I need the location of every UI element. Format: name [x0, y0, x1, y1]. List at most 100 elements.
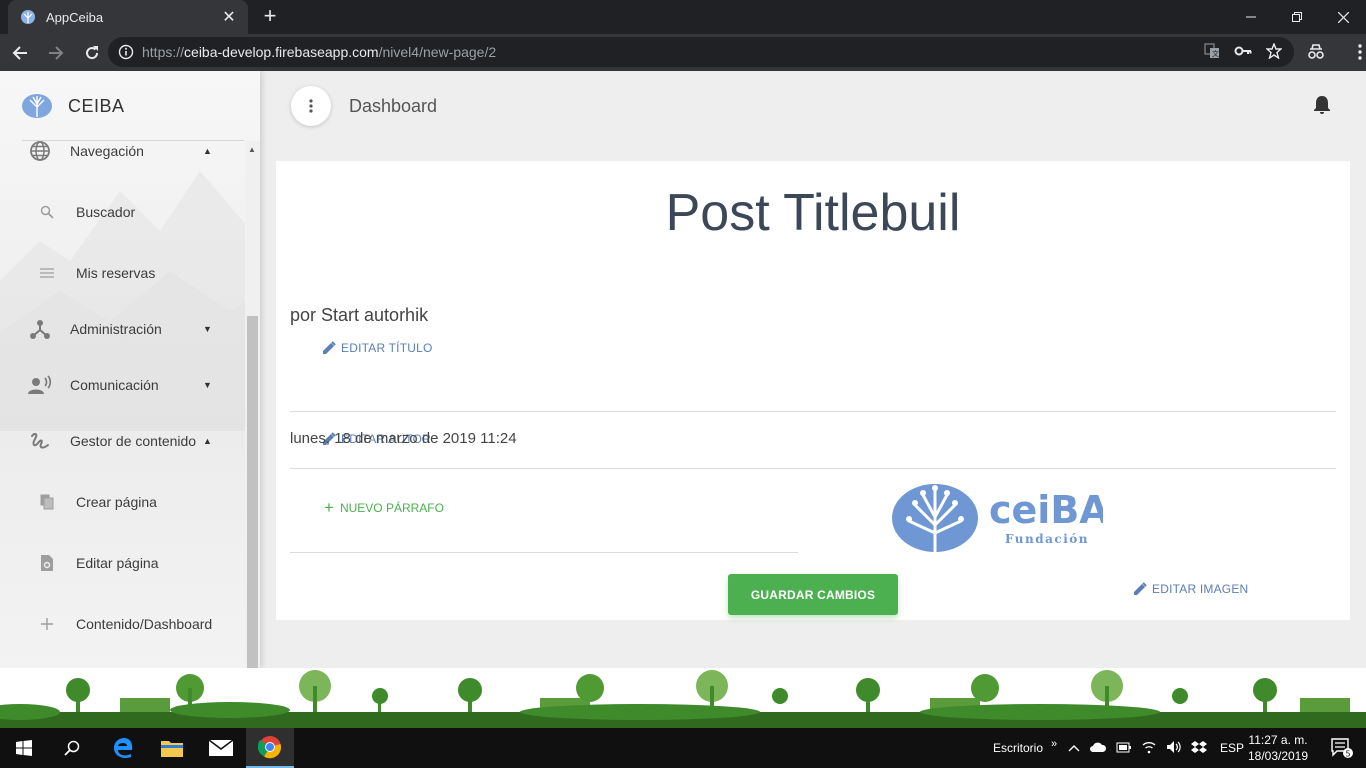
divider [290, 468, 1336, 469]
svg-text:文: 文 [1212, 49, 1219, 58]
add-icon [38, 615, 56, 633]
post-date: lunes, 18 de marzo de 2019 11:24 [290, 430, 517, 447]
close-window-icon[interactable] [1320, 0, 1366, 34]
sidebar-item-crear-pagina[interactable]: Crear página [0, 482, 245, 522]
restore-icon[interactable] [1274, 0, 1320, 34]
star-icon[interactable] [1266, 43, 1282, 59]
ceiba-favicon-icon [21, 10, 35, 24]
clock-date: 18/03/2019 [1247, 749, 1309, 763]
post-author: por Start autorhik [290, 305, 429, 325]
page-title: Dashboard [349, 96, 438, 116]
chrome-menu-icon[interactable] [1344, 44, 1366, 60]
mail-icon[interactable] [197, 728, 245, 768]
file-explorer-icon[interactable] [148, 728, 196, 768]
notifications-bell-icon[interactable] [1313, 95, 1331, 120]
forward-icon[interactable] [40, 37, 72, 69]
sidebar-item-label: Buscador [76, 204, 136, 220]
battery-icon[interactable] [1116, 740, 1132, 757]
sidebar: CEIBA Navegación ▲ Buscador Mis reservas [0, 71, 260, 668]
menu-button[interactable] [291, 86, 331, 126]
translate-icon[interactable]: 文 [1204, 43, 1220, 59]
edit-title-button[interactable]: EDITAR TÍTULO [322, 341, 433, 355]
new-tab-button[interactable]: + [258, 5, 282, 29]
sidebar-item-label: Navegación [70, 143, 144, 159]
sidebar-item-label: Crear página [76, 494, 157, 510]
logo-subtitle: Fundación [1005, 532, 1089, 546]
edge-icon[interactable] [99, 728, 147, 768]
windows-taskbar: Escritorio » ESP 11:27 a. m. 18/03/2019 … [0, 728, 1366, 768]
scrollbar-thumb[interactable] [247, 316, 258, 668]
sidebar-item-administracion[interactable]: Administración ▼ [0, 309, 245, 349]
caret-up-icon: ▲ [203, 146, 212, 156]
tab-title: AppCeiba [46, 9, 104, 25]
sidebar-item-gestor-contenido[interactable]: Gestor de contenido ▲ [0, 421, 245, 461]
ceiba-logo-icon [22, 94, 52, 118]
list-icon [38, 264, 56, 282]
sidebar-brand[interactable]: CEIBA [22, 91, 125, 121]
browser-toolbar: https://ceiba-develop.firebaseapp.com/ni… [0, 34, 1366, 71]
globe-icon [28, 139, 52, 163]
new-paragraph-button[interactable]: + NUEVO PÁRRAFO [324, 498, 444, 517]
post-editor-card: Post Titlebuil EDITAR TÍTULO por Start a… [276, 161, 1350, 620]
sidebar-item-label: Contenido/Dashboard [76, 616, 213, 632]
url-text: https://ceiba-develop.firebaseapp.com/ni… [142, 44, 497, 60]
language-indicator[interactable]: ESP [1220, 741, 1244, 755]
tab-close-icon[interactable]: ✕ [220, 7, 238, 27]
browser-tab[interactable]: AppCeiba ✕ [8, 0, 248, 34]
volume-icon[interactable] [1166, 740, 1182, 757]
file-settings-icon [38, 554, 56, 572]
gesture-icon [28, 429, 52, 453]
divider [290, 411, 1336, 412]
sidebar-item-mis-reservas[interactable]: Mis reservas [0, 253, 245, 293]
sidebar-item-label: Mis reservas [76, 265, 156, 281]
wifi-icon[interactable] [1141, 740, 1157, 757]
onedrive-icon[interactable] [1089, 741, 1107, 756]
caret-up-icon: ▲ [203, 436, 212, 446]
add-icon: + [324, 498, 334, 517]
ceiba-fundacion-logo: ceiBA Fundación [892, 484, 1103, 553]
back-icon[interactable] [4, 37, 36, 69]
scroll-up-icon[interactable]: ▲ [248, 145, 256, 154]
sidebar-item-label: Comunicación [70, 377, 159, 393]
record-voice-icon [28, 373, 52, 397]
address-bar[interactable]: https://ceiba-develop.firebaseapp.com/ni… [108, 37, 1294, 67]
reload-icon[interactable] [76, 37, 108, 69]
chevron-up-icon[interactable] [1068, 741, 1080, 755]
desktop-label: Escritorio [993, 741, 1044, 755]
chevron-icon[interactable]: » [1051, 738, 1057, 750]
search-icon[interactable] [48, 728, 96, 768]
clock-time: 11:27 a. m. [1248, 733, 1308, 747]
edit-image-button[interactable]: EDITAR IMAGEN [1133, 582, 1248, 596]
key-icon[interactable] [1234, 43, 1252, 59]
minimize-icon[interactable] [1228, 0, 1274, 34]
landscape-image [0, 670, 1366, 728]
incognito-extension-icon[interactable] [1300, 44, 1332, 60]
sidebar-item-label: Administración [70, 321, 162, 337]
sidebar-item-contenido-dashboard[interactable]: Contenido/Dashboard [0, 604, 245, 644]
windows-start-icon[interactable] [0, 728, 48, 768]
app-page: CEIBA Navegación ▲ Buscador Mis reservas [0, 71, 1366, 668]
caret-down-icon: ▼ [203, 324, 212, 334]
sidebar-scrollbar[interactable]: ▲ [245, 141, 260, 668]
sidebar-item-comunicacion[interactable]: Comunicación ▼ [0, 365, 245, 405]
system-tray: ESP [1068, 728, 1244, 768]
file-copy-icon [38, 493, 56, 511]
post-title: Post Titlebuil [665, 184, 961, 242]
window-controls [1228, 0, 1366, 34]
sidebar-item-label: Gestor de contenido [70, 433, 197, 449]
sidebar-item-label: Editar página [76, 555, 159, 571]
notification-count: 5 [1345, 750, 1350, 759]
system-clock[interactable]: 11:27 a. m. 18/03/2019 [1246, 732, 1310, 764]
sidebar-item-buscador[interactable]: Buscador [0, 192, 245, 232]
sidebar-item-navegacion[interactable]: Navegación ▲ [0, 131, 245, 171]
dropbox-icon[interactable] [1191, 740, 1207, 757]
sidebar-item-editar-pagina[interactable]: Editar página [0, 543, 245, 583]
desktop-toolbar[interactable]: Escritorio » [993, 728, 1057, 768]
chrome-taskbar-icon[interactable] [246, 728, 294, 768]
save-changes-button[interactable]: GUARDAR CAMBIOS [728, 574, 898, 615]
action-center-icon[interactable]: 5 [1318, 728, 1366, 768]
edit-pencil-icon [1134, 582, 1147, 595]
info-icon[interactable] [118, 44, 134, 60]
more-vert-icon [309, 99, 313, 113]
paragraph-divider [290, 552, 798, 553]
